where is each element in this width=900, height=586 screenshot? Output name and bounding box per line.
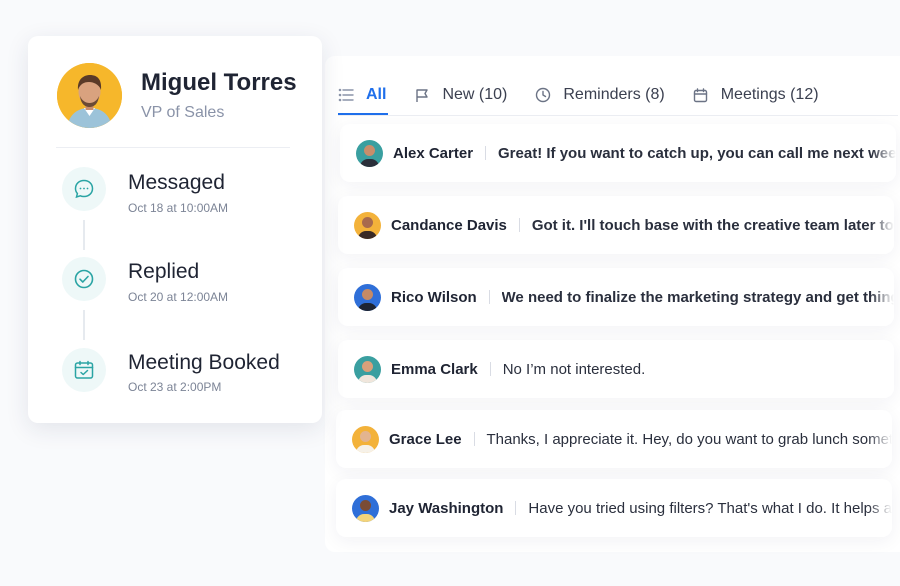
divider [489, 362, 491, 376]
step-date: Oct 23 at 2:00PM [128, 380, 222, 394]
tab-new-label: New (10) [442, 86, 508, 103]
contact-name: Miguel Torres [141, 69, 297, 96]
clock-icon [535, 87, 551, 103]
tabs-divider [338, 115, 898, 116]
message-row[interactable]: Alex Carter Great! If you want to catch … [340, 124, 896, 182]
avatar [352, 494, 379, 522]
sender-name: Candance Davis [391, 216, 507, 234]
divider [473, 432, 475, 446]
tab-meetings-label: Meetings (12) [720, 86, 819, 103]
calendar-check-icon [62, 348, 106, 392]
message-preview: We need to finalize the marketing strate… [501, 288, 894, 306]
divider [485, 146, 487, 160]
list-icon [338, 87, 354, 103]
tab-reminders[interactable]: Reminders (8) [535, 78, 665, 112]
avatar [356, 139, 383, 167]
tab-new[interactable]: New (10) [414, 78, 507, 112]
message-preview: Have you tried using filters? That's wha… [528, 499, 892, 517]
chat-bubble-icon [62, 167, 106, 211]
card-divider [56, 147, 290, 148]
avatar [57, 63, 122, 128]
step-date: Oct 20 at 12:00AM [128, 290, 229, 304]
tab-meetings[interactable]: Meetings (12) [693, 78, 819, 112]
avatar [354, 355, 381, 383]
message-row[interactable]: Grace Lee Thanks, I appreciate it. Hey, … [336, 410, 892, 468]
divider [515, 501, 517, 515]
message-row[interactable]: Emma Clark No I’m not interested. [338, 340, 894, 398]
sender-name: Rico Wilson [391, 288, 477, 306]
sender-name: Alex Carter [393, 144, 474, 162]
step-label: Meeting Booked [128, 351, 280, 374]
sender-name: Grace Lee [389, 430, 462, 448]
message-preview: Great! If you want to catch up, you can … [498, 144, 896, 162]
step-label: Messaged [128, 171, 225, 194]
filter-tabs: All New (10) Reminders (8) Meetings (12) [338, 78, 847, 116]
message-preview: Got it. I'll touch base with the creativ… [531, 216, 894, 234]
flag-icon [414, 87, 430, 103]
step-label: Replied [128, 260, 200, 283]
message-row[interactable]: Jay Washington Have you tried using filt… [336, 479, 892, 537]
avatar [354, 283, 381, 311]
sender-name: Emma Clark [391, 360, 478, 378]
timeline-connector [83, 220, 85, 250]
sender-name: Jay Washington [389, 499, 504, 517]
contact-title: VP of Sales [141, 104, 225, 121]
message-preview: Thanks, I appreciate it. Hey, do you wan… [486, 430, 892, 448]
step-date: Oct 18 at 10:00AM [128, 201, 229, 215]
tab-all-label: All [366, 86, 387, 103]
calendar-icon [693, 87, 709, 103]
check-circle-icon [62, 257, 106, 301]
divider [488, 290, 490, 304]
contact-card: Miguel Torres VP of Sales Messaged Oct 1… [28, 36, 322, 423]
tab-all[interactable]: All [338, 78, 386, 112]
divider [518, 218, 520, 232]
timeline-connector [83, 310, 85, 340]
avatar [354, 211, 381, 239]
message-row[interactable]: Rico Wilson We need to finalize the mark… [338, 268, 894, 326]
message-preview: No I’m not interested. [502, 360, 646, 378]
avatar [352, 425, 379, 453]
tab-reminders-label: Reminders (8) [563, 86, 665, 103]
message-row[interactable]: Candance Davis Got it. I'll touch base w… [338, 196, 894, 254]
